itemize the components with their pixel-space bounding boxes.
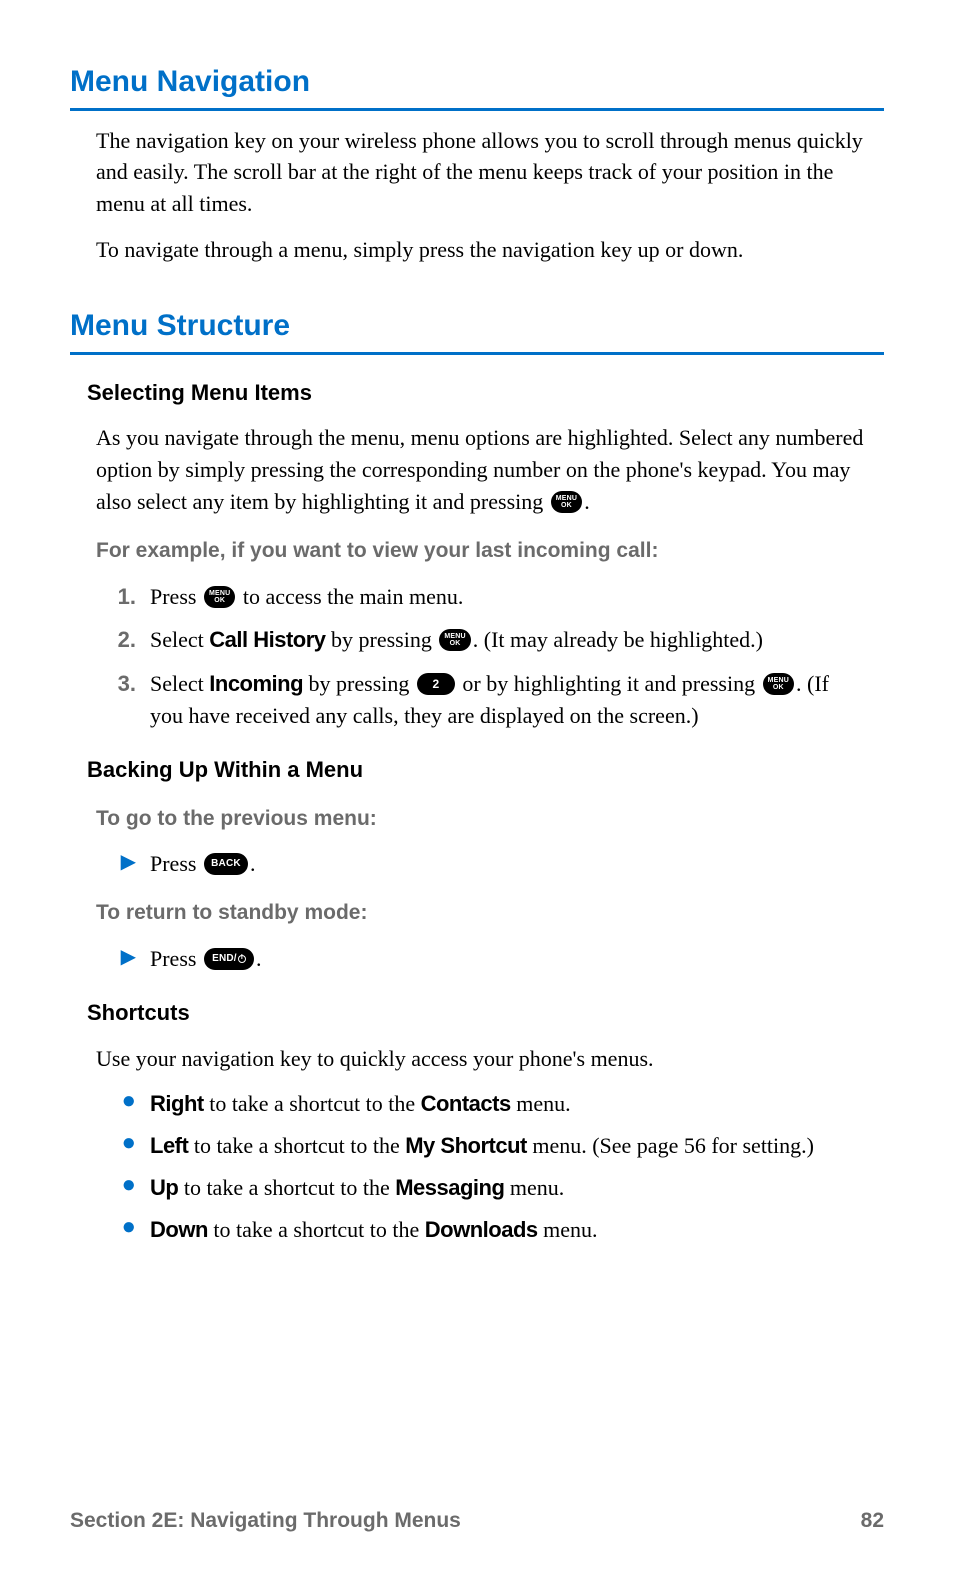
bullet-dot-icon: ● <box>96 1088 150 1120</box>
text: . <box>584 489 590 514</box>
triangle-bullet-icon: ▶ <box>96 943 150 975</box>
text: . <box>250 851 256 876</box>
step-body: Press MENUOK to access the main menu. <box>150 581 858 613</box>
steps-list: 1. Press MENUOK to access the main menu.… <box>96 581 858 733</box>
bold-term: Messaging <box>395 1175 504 1200</box>
step-number: 3. <box>96 668 150 732</box>
subheading-backing-up: Backing Up Within a Menu <box>87 754 884 786</box>
text: or by highlighting it and pressing <box>457 671 761 696</box>
item-body: Right to take a shortcut to the Contacts… <box>150 1088 858 1120</box>
bold-term: Contacts <box>421 1091 511 1116</box>
step-number: 1. <box>96 581 150 613</box>
text: to take a shortcut to the <box>188 1133 405 1158</box>
text: . <box>256 946 262 971</box>
bullet-dot-icon: ● <box>96 1130 150 1162</box>
text: menu. (See page 56 for setting.) <box>527 1133 814 1158</box>
bullet-dot-icon: ● <box>96 1172 150 1204</box>
item-body: Press END/. <box>150 943 858 975</box>
arrow-item: ▶ Press BACK. <box>96 848 858 880</box>
item-body: Left to take a shortcut to the My Shortc… <box>150 1130 858 1162</box>
item-body: Down to take a shortcut to the Downloads… <box>150 1214 858 1246</box>
item-body: Press BACK. <box>150 848 858 880</box>
text: to take a shortcut to the <box>208 1217 425 1242</box>
bullet-list: ● Right to take a shortcut to the Contac… <box>96 1088 858 1246</box>
bold-term: Right <box>150 1091 204 1116</box>
icon-label: OK <box>214 597 225 604</box>
bullet-item: ● Up to take a shortcut to the Messaging… <box>96 1172 858 1204</box>
text: to take a shortcut to the <box>178 1175 395 1200</box>
step-number: 2. <box>96 624 150 656</box>
text: menu. <box>504 1175 564 1200</box>
end-power-key-icon: END/ <box>204 948 254 970</box>
text: to take a shortcut to the <box>204 1091 421 1116</box>
icon-label: MENU <box>556 495 577 502</box>
item-body: Up to take a shortcut to the Messaging m… <box>150 1172 858 1204</box>
icon-label: MENU <box>444 633 465 640</box>
text: menu. <box>511 1091 571 1116</box>
step-body: Select Incoming by pressing 2 or by high… <box>150 668 858 732</box>
icon-label: OK <box>773 684 784 691</box>
step-item: 3. Select Incoming by pressing 2 or by h… <box>96 668 858 732</box>
paragraph: Use your navigation key to quickly acces… <box>96 1043 884 1075</box>
bold-term: Left <box>150 1133 188 1158</box>
power-symbol-icon <box>238 955 246 963</box>
text: menu. <box>538 1217 598 1242</box>
heading-menu-navigation: Menu Navigation <box>70 60 884 111</box>
subheading-selecting-menu-items: Selecting Menu Items <box>87 377 884 409</box>
menu-ok-key-icon: MENUOK <box>551 491 582 513</box>
text: to access the main menu. <box>237 584 463 609</box>
icon-label: OK <box>561 502 572 509</box>
lead-standby-mode: To return to standby mode: <box>96 898 884 928</box>
bold-term: Up <box>150 1175 178 1200</box>
bullet-item: ● Down to take a shortcut to the Downloa… <box>96 1214 858 1246</box>
page-footer: Section 2E: Navigating Through Menus 82 <box>70 1506 884 1536</box>
bold-term: Call History <box>209 627 325 652</box>
text: Press <box>150 851 202 876</box>
bold-term: Downloads <box>425 1217 538 1242</box>
step-body: Select Call History by pressing MENUOK. … <box>150 624 858 656</box>
icon-label: OK <box>450 640 461 647</box>
text: Select <box>150 671 209 696</box>
arrow-list: ▶ Press END/. <box>96 943 858 975</box>
lead-previous-menu: To go to the previous menu: <box>96 804 884 834</box>
subheading-shortcuts: Shortcuts <box>87 997 884 1029</box>
key-2-icon: 2 <box>417 673 455 695</box>
arrow-list: ▶ Press BACK. <box>96 848 858 880</box>
menu-ok-key-icon: MENUOK <box>763 673 794 695</box>
icon-label: END/ <box>212 954 237 964</box>
triangle-bullet-icon: ▶ <box>96 848 150 880</box>
paragraph: As you navigate through the menu, menu o… <box>96 422 884 518</box>
back-key-icon: BACK <box>204 853 248 875</box>
bold-term: Incoming <box>209 671 303 696</box>
bold-term: My Shortcut <box>405 1133 527 1158</box>
bold-term: Down <box>150 1217 208 1242</box>
footer-section-title: Section 2E: Navigating Through Menus <box>70 1506 461 1536</box>
text: As you navigate through the menu, menu o… <box>96 425 863 514</box>
paragraph: The navigation key on your wireless phon… <box>96 125 884 221</box>
arrow-item: ▶ Press END/. <box>96 943 858 975</box>
bullet-dot-icon: ● <box>96 1214 150 1246</box>
text: Press <box>150 584 202 609</box>
footer-page-number: 82 <box>861 1506 884 1536</box>
menu-ok-key-icon: MENUOK <box>439 629 470 651</box>
heading-menu-structure: Menu Structure <box>70 304 884 355</box>
icon-label: MENU <box>209 590 230 597</box>
text: Select <box>150 627 209 652</box>
bullet-item: ● Right to take a shortcut to the Contac… <box>96 1088 858 1120</box>
step-item: 2. Select Call History by pressing MENUO… <box>96 624 858 656</box>
text: . (It may already be highlighted.) <box>473 627 763 652</box>
menu-ok-key-icon: MENUOK <box>204 586 235 608</box>
page-content: Menu Navigation The navigation key on yo… <box>0 0 954 1246</box>
paragraph: To navigate through a menu, simply press… <box>96 234 884 266</box>
example-lead: For example, if you want to view your la… <box>96 536 884 566</box>
text: by pressing <box>326 627 438 652</box>
icon-label: MENU <box>768 677 789 684</box>
bullet-item: ● Left to take a shortcut to the My Shor… <box>96 1130 858 1162</box>
step-item: 1. Press MENUOK to access the main menu. <box>96 581 858 613</box>
text: Press <box>150 946 202 971</box>
text: by pressing <box>303 671 415 696</box>
